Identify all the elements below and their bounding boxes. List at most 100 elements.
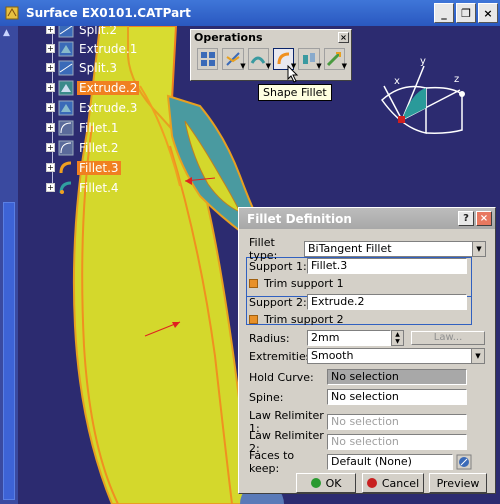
minimize-button[interactable]: _ <box>434 3 454 23</box>
law-relimiter1-field[interactable]: No selection <box>327 414 467 430</box>
fillet-type-value: BiTangent Fillet <box>308 242 392 255</box>
operations-title: Operations <box>194 30 263 44</box>
radius-spinner[interactable]: ▲ ▼ <box>391 330 404 346</box>
extrapolate-tool[interactable]: ▼ <box>323 48 347 70</box>
support2-field[interactable]: Extrude.2 <box>307 294 467 310</box>
fillet-type-select[interactable]: BiTangent Fillet ▼ <box>304 241 486 257</box>
expand-icon[interactable]: + <box>46 123 55 132</box>
spine-field[interactable]: No selection <box>327 389 467 405</box>
chevron-down-icon[interactable]: ▼ <box>471 349 484 363</box>
fillet-icon <box>58 120 74 135</box>
tooltip: Shape Fillet <box>258 84 332 101</box>
law-button[interactable]: Law... <box>411 331 485 345</box>
tree-item[interactable]: + Fillet.3 <box>46 158 121 177</box>
support1-field[interactable]: Fillet.3 <box>307 258 467 274</box>
preview-button[interactable]: Preview <box>429 473 487 493</box>
tree-item[interactable]: + Fillet.2 <box>46 138 121 157</box>
expand-icon[interactable]: + <box>46 44 55 53</box>
expand-icon[interactable]: + <box>46 163 55 172</box>
help-button[interactable]: ? <box>458 211 474 226</box>
split-tool[interactable]: ▼ <box>222 48 246 70</box>
radius-label: Radius: <box>249 331 290 345</box>
split-icon <box>58 60 74 75</box>
window-title: Surface EX0101.CATPart <box>26 6 191 20</box>
tree-item[interactable]: + Extrude.3 <box>46 98 139 117</box>
operations-close-button[interactable]: × <box>338 31 349 43</box>
tree-item-label: Extrude.2 <box>77 80 140 95</box>
extract-tool[interactable]: ▼ <box>247 48 271 70</box>
tree-item[interactable]: + Fillet.1 <box>46 118 121 137</box>
faces-to-keep-label: Faces to keep: <box>249 449 295 475</box>
expand-icon[interactable]: + <box>46 25 55 34</box>
support2-row: Support 2: Extrude.2 <box>249 294 467 310</box>
trim1-label: Trim support 1 <box>264 277 344 290</box>
split-trim-icon <box>226 52 240 66</box>
trim2-checkbox[interactable] <box>249 315 258 324</box>
fillet-icon <box>59 181 72 194</box>
tree-item[interactable]: + Extrude.2 <box>46 78 140 97</box>
extrude-icon <box>58 100 74 115</box>
law-relimiter2-field[interactable]: No selection <box>327 434 467 450</box>
tree-item-label: Extrude.3 <box>79 100 138 115</box>
window-titlebar[interactable]: Surface EX0101.CATPart _ ❐ × <box>0 0 500 26</box>
expand-icon[interactable]: + <box>46 143 55 152</box>
tree-item[interactable]: + Extrude.1 <box>46 39 139 58</box>
dialog-close-button[interactable]: × <box>476 211 492 226</box>
expand-icon[interactable]: + <box>46 183 55 192</box>
tree-item-label: Fillet.1 <box>79 120 119 135</box>
extremities-row: Extremities: Smooth ▼ <box>249 348 485 364</box>
extract-icon <box>251 56 266 64</box>
transform-tool[interactable]: ▼ <box>298 48 322 70</box>
join-icon <box>200 52 215 66</box>
operations-toolbar[interactable]: Operations × ▼ ▼ ▼ ▼ ▼ <box>190 29 352 81</box>
faces-to-keep-row: Faces to keep: Default (None) <box>249 449 472 475</box>
chevron-down-icon[interactable]: ▼ <box>472 242 485 256</box>
ok-icon <box>310 478 321 488</box>
compass-z-label: z <box>454 74 459 85</box>
support1-label: Support 1: <box>249 259 307 273</box>
trim2-label: Trim support 2 <box>264 313 344 326</box>
trim1-checkbox[interactable] <box>249 279 258 288</box>
tree-item[interactable]: + Split.3 <box>46 58 119 77</box>
scroll-up-icon[interactable]: ▲ <box>3 28 10 38</box>
dialog-title: Fillet Definition <box>247 211 352 226</box>
extrapolate-icon <box>327 51 342 67</box>
extrude-icon <box>58 41 74 56</box>
extremities-label: Extremities: <box>249 349 316 363</box>
expand-icon[interactable]: + <box>46 63 55 72</box>
tree-item-label: Fillet.4 <box>79 180 119 195</box>
restore-button[interactable]: ❐ <box>456 3 476 23</box>
expand-icon[interactable]: + <box>46 103 55 112</box>
tree-scrollbar[interactable]: ▲ <box>0 26 18 504</box>
faces-select-icon[interactable] <box>456 454 472 470</box>
join-tool[interactable] <box>197 48 219 70</box>
fillet-icon <box>58 140 74 155</box>
extremities-select[interactable]: Smooth ▼ <box>307 348 485 364</box>
radius-input[interactable]: 2mm <box>307 330 391 346</box>
hold-curve-field[interactable]: No selection <box>327 369 467 385</box>
compass-icon[interactable]: x y z <box>372 58 482 158</box>
dropdown-arrow-icon: ▼ <box>316 62 322 70</box>
extrude-icon <box>58 80 74 95</box>
expand-icon[interactable]: + <box>46 83 55 92</box>
compass-y-label: y <box>420 58 426 67</box>
dropdown-arrow-icon: ▼ <box>265 62 271 70</box>
hold-curve-label: Hold Curve: <box>249 370 314 384</box>
tree-item[interactable]: + Fillet.4 <box>46 178 121 197</box>
ok-label: OK <box>325 476 342 490</box>
tree-item-label: Fillet.3 <box>77 160 121 175</box>
fillet-icon <box>59 161 72 173</box>
mouse-cursor-icon <box>287 65 299 83</box>
dialog-titlebar[interactable]: Fillet Definition ? × <box>239 208 495 229</box>
spine-row: Spine: No selection <box>249 389 467 405</box>
tree-item-label: Extrude.1 <box>79 41 138 56</box>
close-button[interactable]: × <box>478 3 498 23</box>
cancel-button[interactable]: Cancel <box>362 473 424 493</box>
trim2-row[interactable]: Trim support 2 <box>249 313 344 326</box>
cancel-label: Cancel <box>381 476 420 490</box>
faces-to-keep-field[interactable]: Default (None) <box>327 454 453 470</box>
ok-button[interactable]: OK <box>296 473 356 493</box>
scroll-thumb[interactable] <box>3 202 15 500</box>
trim1-row[interactable]: Trim support 1 <box>249 277 344 290</box>
compass-x-label: x <box>394 76 400 87</box>
